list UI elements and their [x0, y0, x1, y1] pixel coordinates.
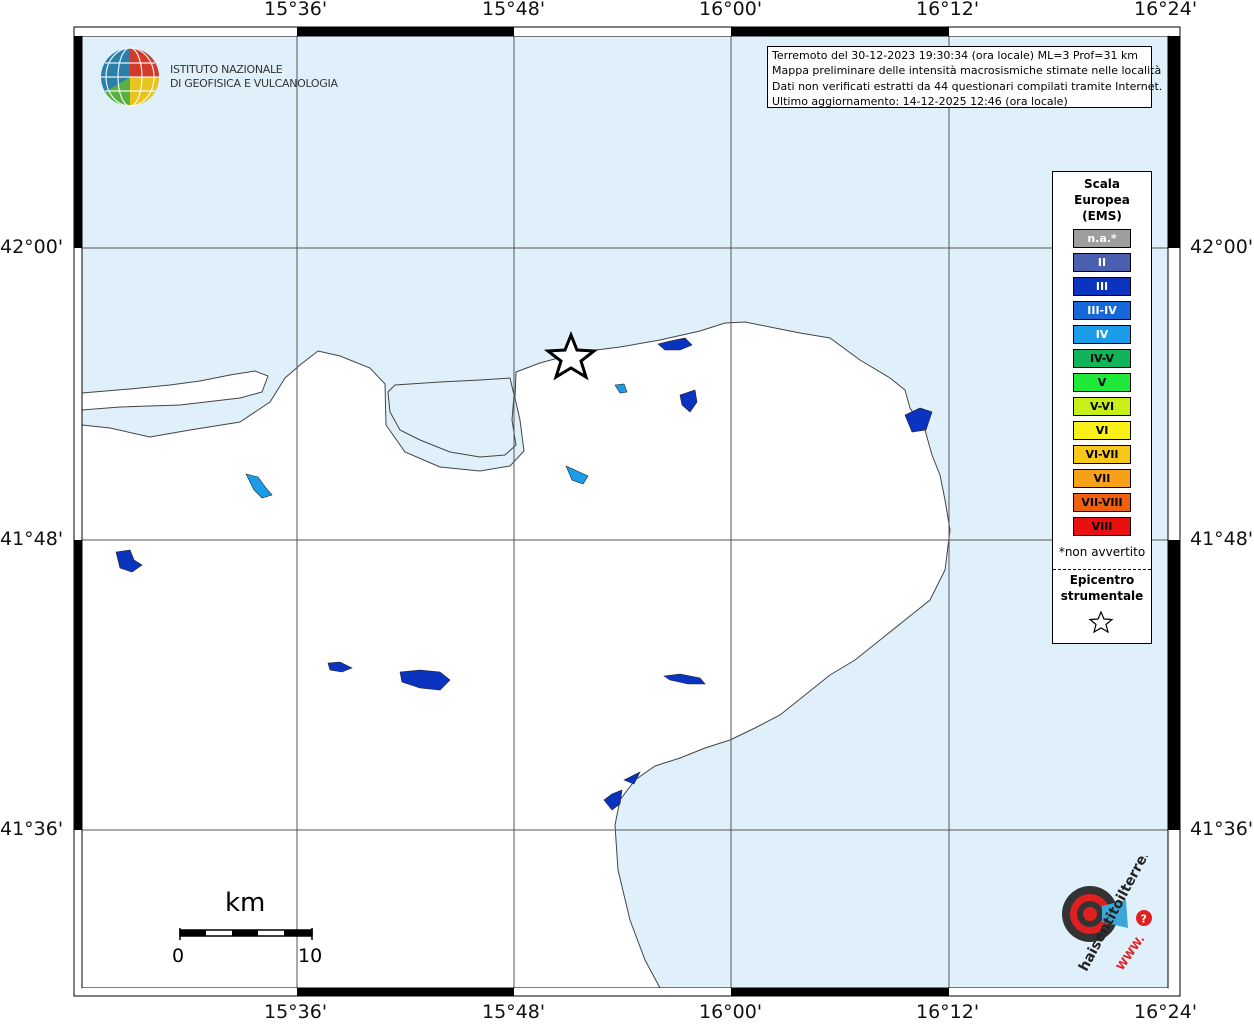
legend-swatch: V-VI: [1073, 397, 1131, 416]
scale-min-label: 0: [172, 945, 185, 967]
hst-logo-www: WWW.: [1114, 933, 1147, 973]
legend-swatch: VIII: [1073, 517, 1131, 536]
lon-label-top: 16°12': [916, 0, 980, 20]
epicenter-star-icon: [1088, 610, 1114, 634]
legend-swatch: V: [1073, 373, 1131, 392]
legend-title-line: Europea: [1074, 193, 1130, 207]
lat-label-right: 41°36': [1190, 818, 1254, 840]
institute-name: ISTITUTO NAZIONALE DI GEOFISICA E VULCAN…: [170, 63, 338, 91]
info-line: Dati non verificati estratti da 44 quest…: [772, 79, 1163, 93]
lon-label-bottom: 16°00': [699, 1001, 763, 1023]
lon-label-top: 15°48': [482, 0, 546, 20]
event-info-box: Terremoto del 30-12-2023 19:30:34 (ora l…: [767, 46, 1163, 108]
lat-label-right: 41°48': [1190, 528, 1254, 550]
legend-swatch: IV: [1073, 325, 1131, 344]
legend-swatch: III: [1073, 277, 1131, 296]
institute-line2: DI GEOFISICA E VULCANOLOGIA: [170, 77, 338, 90]
epicenter-title-line: Epicentro: [1069, 573, 1135, 587]
lat-label-left: 42°00': [0, 236, 64, 258]
info-line: Terremoto del 30-12-2023 19:30:34 (ora l…: [772, 49, 1139, 62]
lon-label-top: 15°36': [264, 0, 328, 20]
legend-swatch: n.a.*: [1073, 229, 1131, 248]
scale-bar: [179, 928, 313, 940]
scale-max-label: 10: [298, 945, 323, 967]
legend-swatch: IV-V: [1073, 349, 1131, 368]
legend-swatch: VI: [1073, 421, 1131, 440]
legend-swatch: II: [1073, 253, 1131, 272]
legend-swatch: VII: [1073, 469, 1131, 488]
epicenter-legend-title: Epicentro strumentale: [1053, 572, 1151, 604]
legend-title-line: (EMS): [1082, 209, 1122, 223]
ems-legend: Scala Europea (EMS) n.a.* II III III-IV IV IV…: [1052, 171, 1152, 644]
lat-label-left: 41°36': [0, 818, 64, 840]
lon-label-bottom: 16°12': [916, 1001, 980, 1023]
lon-label-bottom: 15°48': [482, 1001, 546, 1023]
lon-label-bottom: 15°36': [264, 1001, 328, 1023]
legend-swatch: VII-VIII: [1073, 493, 1131, 512]
lon-label-top: 16°24': [1134, 0, 1198, 20]
info-line: Ultimo aggiornamento: 14-12-2025 12:46 (…: [772, 94, 1068, 108]
hst-logo-icon: ? haisentitoilterremoto.it WWW.: [1062, 856, 1158, 974]
lat-label-right: 42°00': [1190, 236, 1254, 258]
lon-label-top: 16°00': [699, 0, 763, 20]
info-line: Mappa preliminare delle intensità macros…: [772, 64, 1162, 78]
question-mark: ?: [1141, 913, 1147, 926]
lon-label-bottom: 16°24': [1134, 1001, 1198, 1023]
legend-footnote: *non avvertito: [1058, 545, 1146, 559]
ingv-globe-icon: [101, 47, 159, 107]
legend-swatch: VI-VII: [1073, 445, 1131, 464]
institute-line1: ISTITUTO NAZIONALE: [170, 63, 283, 76]
epicenter-title-line: strumentale: [1060, 589, 1144, 603]
legend-divider: [1053, 569, 1151, 570]
legend-swatch: III-IV: [1073, 301, 1131, 320]
legend-title-line: Scala: [1083, 177, 1121, 191]
legend-title: Scala Europea (EMS): [1053, 176, 1151, 224]
lat-label-left: 41°48': [0, 528, 64, 550]
